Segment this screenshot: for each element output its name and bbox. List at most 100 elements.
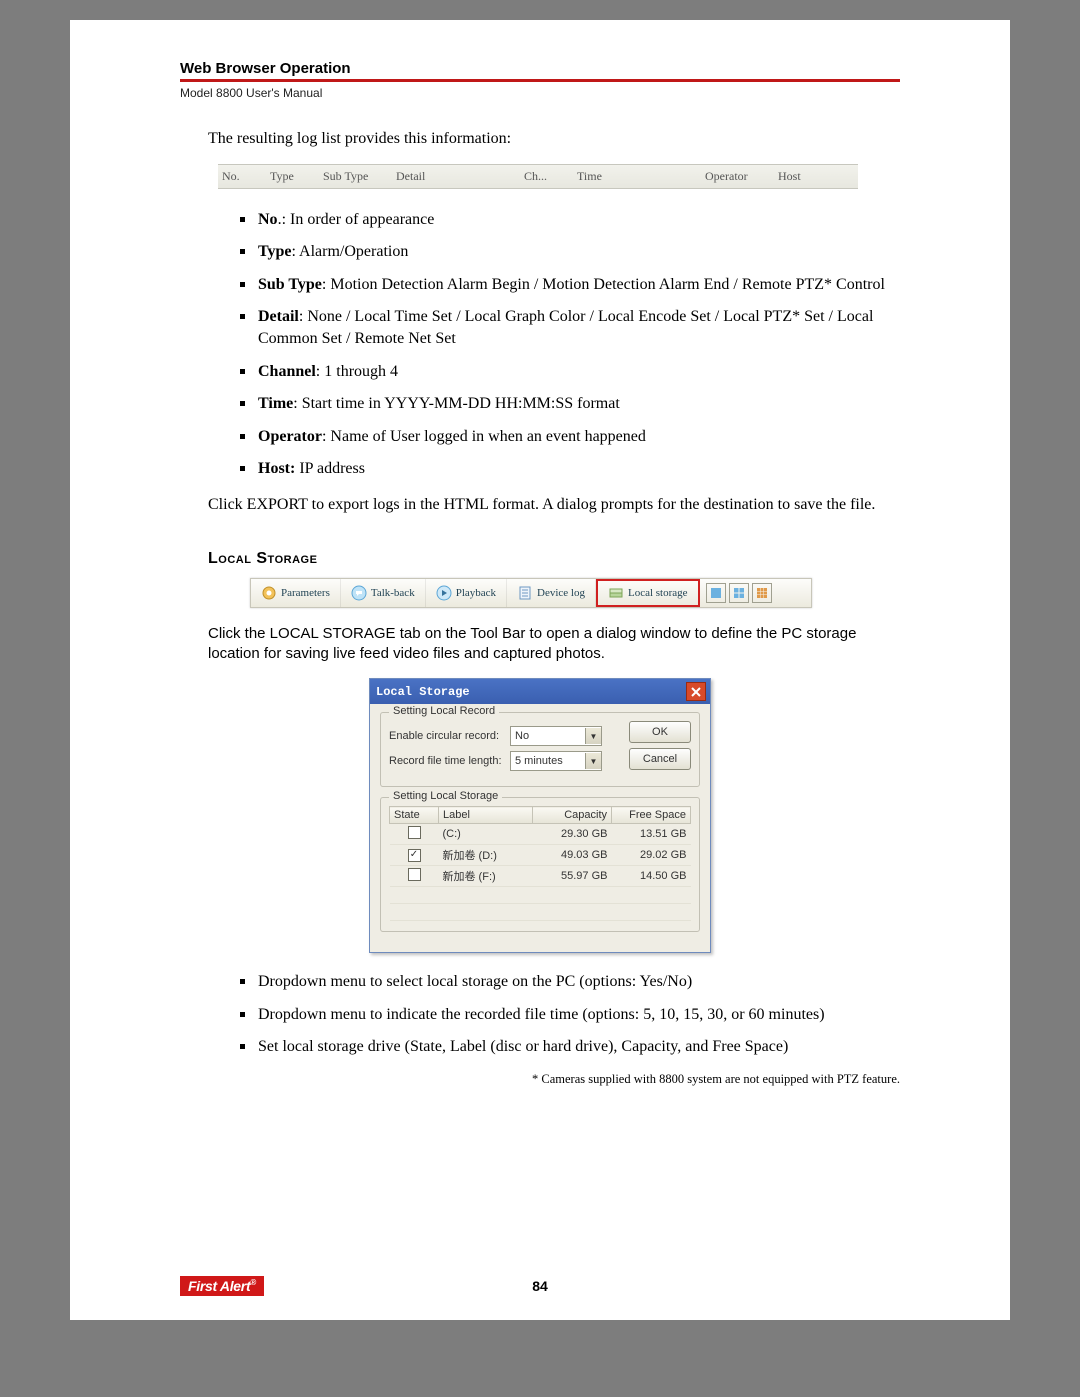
col-subtype: Sub Type	[319, 169, 392, 184]
options-list: Dropdown menu to select local storage on…	[240, 971, 900, 1058]
toolbar-label: Parameters	[281, 587, 330, 599]
layout-9up-button[interactable]	[752, 583, 772, 603]
local-storage-paragraph: Click the LOCAL STORAGE tab on the Tool …	[208, 624, 900, 665]
drive-label: (C:)	[439, 824, 533, 845]
parameters-icon	[261, 585, 277, 601]
th-state: State	[390, 807, 439, 824]
setting-local-storage-group: Setting Local Storage State Label Capaci…	[380, 797, 700, 932]
toolbar-parameters[interactable]: Parameters	[251, 579, 341, 607]
list-item: Dropdown menu to select local storage on…	[240, 971, 900, 993]
col-type: Type	[266, 169, 319, 184]
def-text: IP address	[295, 460, 365, 477]
drive-table: State Label Capacity Free Space (C:) 29.…	[389, 806, 691, 921]
drive-capacity: 29.30 GB	[533, 824, 612, 845]
dialog-title: Local Storage	[376, 685, 470, 699]
def-text: : 1 through 4	[316, 363, 398, 380]
table-row: ✓ 新加卷 (D:) 49.03 GB 29.02 GB	[390, 845, 691, 866]
drive-free: 13.51 GB	[612, 824, 691, 845]
dialog-titlebar: Local Storage	[370, 679, 710, 704]
close-icon	[691, 687, 701, 697]
first-alert-logo: First Alert®	[180, 1276, 264, 1296]
def-text: : None / Local Time Set / Local Graph Co…	[258, 308, 873, 347]
close-button[interactable]	[686, 682, 706, 701]
list-item: Set local storage drive (State, Label (d…	[240, 1036, 900, 1058]
table-row: (C:) 29.30 GB 13.51 GB	[390, 824, 691, 845]
toolbar-layout-buttons	[700, 583, 778, 603]
toolbar-label: Device log	[537, 587, 585, 599]
list-item: Sub Type: Motion Detection Alarm Begin /…	[240, 274, 900, 296]
toolbar-talkback[interactable]: Talk-back	[341, 579, 426, 607]
drive-free: 29.02 GB	[612, 845, 691, 866]
drive-checkbox[interactable]	[408, 826, 421, 839]
setting-local-record-group: Setting Local Record Enable circular rec…	[380, 712, 700, 787]
def-text: : Start time in YYYY-MM-DD HH:MM:SS form…	[293, 395, 620, 412]
table-row	[390, 904, 691, 921]
toolbar-localstorage[interactable]: Local storage	[596, 579, 700, 607]
layout-1up-button[interactable]	[706, 583, 726, 603]
definition-list: No.: In order of appearance Type: Alarm/…	[240, 209, 900, 480]
devicelog-icon	[517, 585, 533, 601]
page-footer: First Alert® 84	[180, 1276, 900, 1296]
enable-circular-label: Enable circular record:	[389, 730, 504, 742]
drive-capacity: 49.03 GB	[533, 845, 612, 866]
def-label: Channel	[258, 363, 316, 380]
def-label: Detail	[258, 308, 299, 325]
toolbar-label: Local storage	[628, 587, 688, 599]
def-text: : Name of User logged in when an event h…	[322, 428, 646, 445]
list-item: Channel: 1 through 4	[240, 361, 900, 383]
list-item: Host: IP address	[240, 458, 900, 480]
col-channel: Ch...	[520, 169, 573, 184]
toolbar-playback[interactable]: Playback	[426, 579, 507, 607]
toolbar-label: Talk-back	[371, 587, 415, 599]
col-detail: Detail	[392, 169, 520, 184]
col-no: No.	[218, 169, 266, 184]
select-value: No	[515, 730, 529, 742]
def-label: Host:	[258, 460, 295, 477]
layout-4up-button[interactable]	[729, 583, 749, 603]
page-number: 84	[532, 1278, 548, 1294]
def-label: No	[258, 211, 278, 228]
table-row	[390, 887, 691, 904]
col-host: Host	[774, 169, 842, 184]
def-label: Sub Type	[258, 276, 322, 293]
list-item: No.: In order of appearance	[240, 209, 900, 231]
group-legend: Setting Local Storage	[389, 790, 502, 802]
drive-label: 新加卷 (F:)	[439, 866, 533, 887]
drive-checkbox[interactable]: ✓	[408, 849, 421, 862]
localstorage-icon	[608, 585, 624, 601]
list-item: Type: Alarm/Operation	[240, 241, 900, 263]
chevron-down-icon: ▼	[585, 753, 601, 769]
record-length-select[interactable]: 5 minutes ▼	[510, 751, 602, 771]
ok-button[interactable]: OK	[629, 721, 691, 743]
local-storage-heading: Local Storage	[208, 550, 900, 568]
def-text: .: In order of appearance	[278, 211, 435, 228]
th-free: Free Space	[612, 807, 691, 824]
drive-free: 14.50 GB	[612, 866, 691, 887]
document-page: Web Browser Operation Model 8800 User's …	[70, 20, 1010, 1320]
def-text: : Motion Detection Alarm Begin / Motion …	[322, 276, 885, 293]
def-label: Time	[258, 395, 293, 412]
talkback-icon	[351, 585, 367, 601]
drive-label: 新加卷 (D:)	[439, 845, 533, 866]
log-column-header: No. Type Sub Type Detail Ch... Time Oper…	[218, 164, 858, 189]
group-legend: Setting Local Record	[389, 705, 499, 717]
chevron-down-icon: ▼	[585, 728, 601, 744]
select-value: 5 minutes	[515, 755, 563, 767]
enable-circular-select[interactable]: No ▼	[510, 726, 602, 746]
drive-checkbox[interactable]	[408, 868, 421, 881]
col-time: Time	[573, 169, 701, 184]
cancel-button[interactable]: Cancel	[629, 748, 691, 770]
def-label: Type	[258, 243, 291, 260]
table-row: 新加卷 (F:) 55.97 GB 14.50 GB	[390, 866, 691, 887]
th-capacity: Capacity	[533, 807, 612, 824]
toolbar-devicelog[interactable]: Device log	[507, 579, 596, 607]
list-item: Dropdown menu to indicate the recorded f…	[240, 1004, 900, 1026]
toolbar-label: Playback	[456, 587, 496, 599]
def-text: : Alarm/Operation	[291, 243, 408, 260]
list-item: Time: Start time in YYYY-MM-DD HH:MM:SS …	[240, 393, 900, 415]
local-storage-dialog: Local Storage Setting Local Record Enabl…	[369, 678, 711, 953]
col-operator: Operator	[701, 169, 774, 184]
list-item: Detail: None / Local Time Set / Local Gr…	[240, 306, 900, 349]
playback-icon	[436, 585, 452, 601]
section-title: Web Browser Operation	[180, 60, 900, 77]
